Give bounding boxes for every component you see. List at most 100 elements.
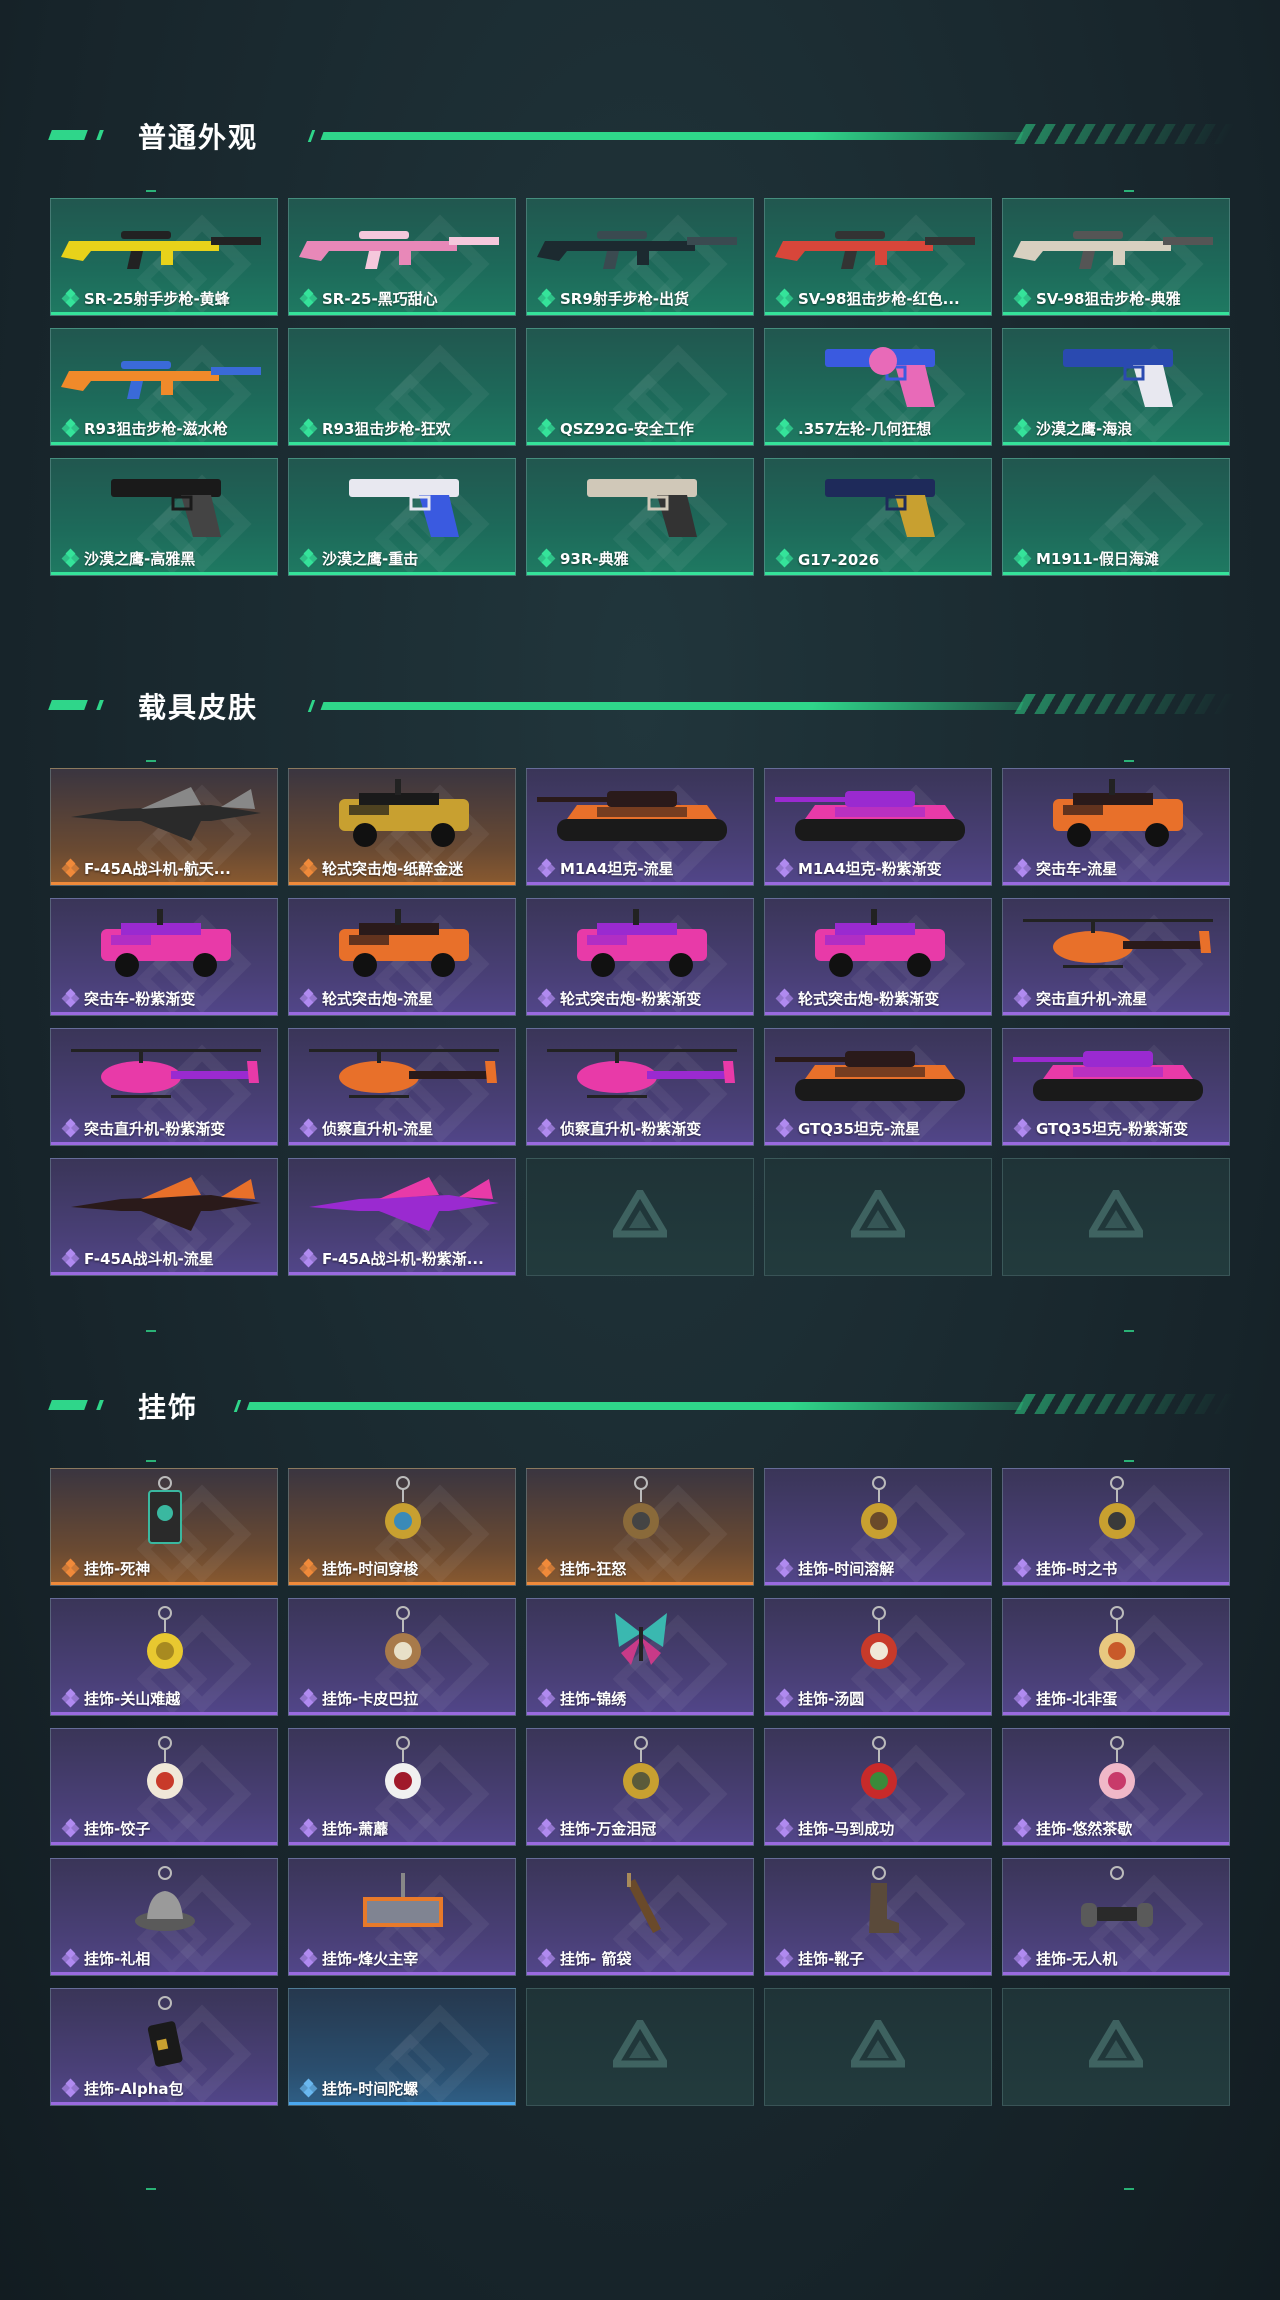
item-card[interactable]: 轮式突击炮-粉紫渐变	[526, 898, 754, 1016]
rarity-diamond-icon	[299, 1118, 318, 1138]
rarity-diamond-icon	[775, 1688, 794, 1708]
empty-slot	[1002, 1988, 1230, 2106]
item-card[interactable]: GTQ35坦克-流星	[764, 1028, 992, 1146]
item-card[interactable]: 挂饰-无人机	[1002, 1858, 1230, 1976]
item-card[interactable]: 挂饰-关山难越	[50, 1598, 278, 1716]
item-name: 挂饰-北非蛋	[1036, 1690, 1118, 1708]
item-card[interactable]: 挂饰-锦绣	[526, 1598, 754, 1716]
pendant-icon	[839, 1473, 919, 1557]
section-title: 挂饰	[138, 1391, 199, 1424]
item-card[interactable]: M1A4坦克-流星	[526, 768, 754, 886]
item-card[interactable]: 突击直升机-粉紫渐变	[50, 1028, 278, 1146]
item-card[interactable]: 挂饰-饺子	[50, 1728, 278, 1846]
item-card[interactable]: 挂饰-靴子	[764, 1858, 992, 1976]
rarity-diamond-icon	[61, 988, 80, 1008]
section-title: 普通外观	[138, 121, 259, 154]
item-card[interactable]: 挂饰-萧蘼	[288, 1728, 516, 1846]
corner-tick	[146, 190, 156, 192]
item-name: 沙漠之鹰-海浪	[1036, 420, 1133, 438]
item-card[interactable]: 沙漠之鹰-重击	[288, 458, 516, 576]
rarity-diamond-icon	[299, 1558, 318, 1578]
item-card[interactable]: 挂饰-悠然茶歇	[1002, 1728, 1230, 1846]
rarity-diamond-icon	[537, 288, 556, 308]
corner-tick	[1124, 760, 1134, 762]
item-card[interactable]: 挂饰-时间溶解	[764, 1468, 992, 1586]
corner-tick	[1124, 1460, 1134, 1462]
rarity-diamond-icon	[1013, 858, 1032, 878]
item-card[interactable]: 挂饰- 箭袋	[526, 1858, 754, 1976]
item-card[interactable]: 挂饰-时之书	[1002, 1468, 1230, 1586]
item-card[interactable]: F-45A战斗机-航天...	[50, 768, 278, 886]
pistol-icon	[61, 465, 269, 543]
armored-car-icon	[299, 905, 507, 983]
item-grid: SR-25射手步枪-黄蜂 SR-25-黑巧甜心 SR9射手步枪-出货 SV-98…	[50, 198, 1230, 576]
rarity-diamond-icon	[299, 1248, 318, 1268]
corner-tick	[1124, 2188, 1134, 2190]
item-card[interactable]: SV-98狙击步枪-红色...	[764, 198, 992, 316]
header-checker	[1014, 694, 1236, 714]
rarity-diamond-icon	[1013, 1118, 1032, 1138]
item-card[interactable]: QSZ92G-安全工作	[526, 328, 754, 446]
item-card[interactable]: M1A4坦克-粉紫渐变	[764, 768, 992, 886]
section-header: 普通外观	[48, 110, 1236, 160]
item-card[interactable]: R93狙击步枪-滋水枪	[50, 328, 278, 446]
item-card[interactable]: 挂饰-礼相	[50, 1858, 278, 1976]
item-card[interactable]: .357左轮-几何狂想	[764, 328, 992, 446]
item-card[interactable]: GTQ35坦克-粉紫渐变	[1002, 1028, 1230, 1146]
pendant-icon	[1077, 1733, 1157, 1817]
item-card[interactable]: 侦察直升机-粉紫渐变	[526, 1028, 754, 1146]
item-card[interactable]: 沙漠之鹰-高雅黑	[50, 458, 278, 576]
item-card[interactable]: SR-25-黑巧甜心	[288, 198, 516, 316]
section-header: 挂饰	[48, 1380, 1236, 1430]
rarity-diamond-icon	[537, 1948, 556, 1968]
hat-icon	[125, 1863, 205, 1947]
item-card[interactable]: SR9射手步枪-出货	[526, 198, 754, 316]
header-dash	[48, 700, 88, 710]
item-card[interactable]: F-45A战斗机-流星	[50, 1158, 278, 1276]
pistol-icon	[775, 465, 983, 543]
rifle-icon	[299, 205, 507, 283]
item-card[interactable]: 挂饰-Alpha包	[50, 1988, 278, 2106]
butterfly-icon	[601, 1603, 681, 1687]
item-card[interactable]: 挂饰-狂怒	[526, 1468, 754, 1586]
item-card[interactable]: 沙漠之鹰-海浪	[1002, 328, 1230, 446]
item-name: 挂饰-饺子	[84, 1820, 151, 1838]
pendant-icon	[125, 1603, 205, 1687]
rarity-diamond-icon	[537, 1688, 556, 1708]
pistol-icon	[537, 465, 745, 543]
item-card[interactable]: G17-2026	[764, 458, 992, 576]
drone-icon	[1077, 1863, 1157, 1947]
empty-slot	[764, 1988, 992, 2106]
item-card[interactable]: SR-25射手步枪-黄蜂	[50, 198, 278, 316]
item-name: 挂饰-卡皮巴拉	[322, 1690, 419, 1708]
item-card[interactable]: 挂饰-北非蛋	[1002, 1598, 1230, 1716]
item-card[interactable]: 侦察直升机-流星	[288, 1028, 516, 1146]
item-card[interactable]: 突击车-流星	[1002, 768, 1230, 886]
item-card[interactable]: 挂饰-时间陀螺	[288, 1988, 516, 2106]
item-card[interactable]: SV-98狙击步枪-典雅	[1002, 198, 1230, 316]
rarity-diamond-icon	[537, 858, 556, 878]
item-card[interactable]: 轮式突击炮-粉紫渐变	[764, 898, 992, 1016]
rarity-diamond-icon	[299, 988, 318, 1008]
rarity-diamond-icon	[299, 1948, 318, 1968]
item-card[interactable]: 轮式突击炮-流星	[288, 898, 516, 1016]
item-name: 挂饰-时间溶解	[798, 1560, 895, 1578]
item-card[interactable]: R93狙击步枪-狂欢	[288, 328, 516, 446]
item-card[interactable]: 挂饰-马到成功	[764, 1728, 992, 1846]
item-card[interactable]: 93R-典雅	[526, 458, 754, 576]
item-card[interactable]: 突击车-粉紫渐变	[50, 898, 278, 1016]
rarity-diamond-icon	[1013, 1948, 1032, 1968]
item-card[interactable]: 挂饰-时间穿梭	[288, 1468, 516, 1586]
item-card[interactable]: 挂饰-烽火主宰	[288, 1858, 516, 1976]
rarity-diamond-icon	[775, 1118, 794, 1138]
item-card[interactable]: 挂饰-万金泪冠	[526, 1728, 754, 1846]
item-card[interactable]: 轮式突击炮-纸醉金迷	[288, 768, 516, 886]
item-card[interactable]: 突击直升机-流星	[1002, 898, 1230, 1016]
item-name: 挂饰-无人机	[1036, 1950, 1118, 1968]
item-card[interactable]: 挂饰-汤圆	[764, 1598, 992, 1716]
item-card[interactable]: 挂饰-卡皮巴拉	[288, 1598, 516, 1716]
rarity-diamond-icon	[537, 1818, 556, 1838]
item-card[interactable]: 挂饰-死神	[50, 1468, 278, 1586]
item-card[interactable]: F-45A战斗机-粉紫渐...	[288, 1158, 516, 1276]
item-card[interactable]: M1911-假日海滩	[1002, 458, 1230, 576]
